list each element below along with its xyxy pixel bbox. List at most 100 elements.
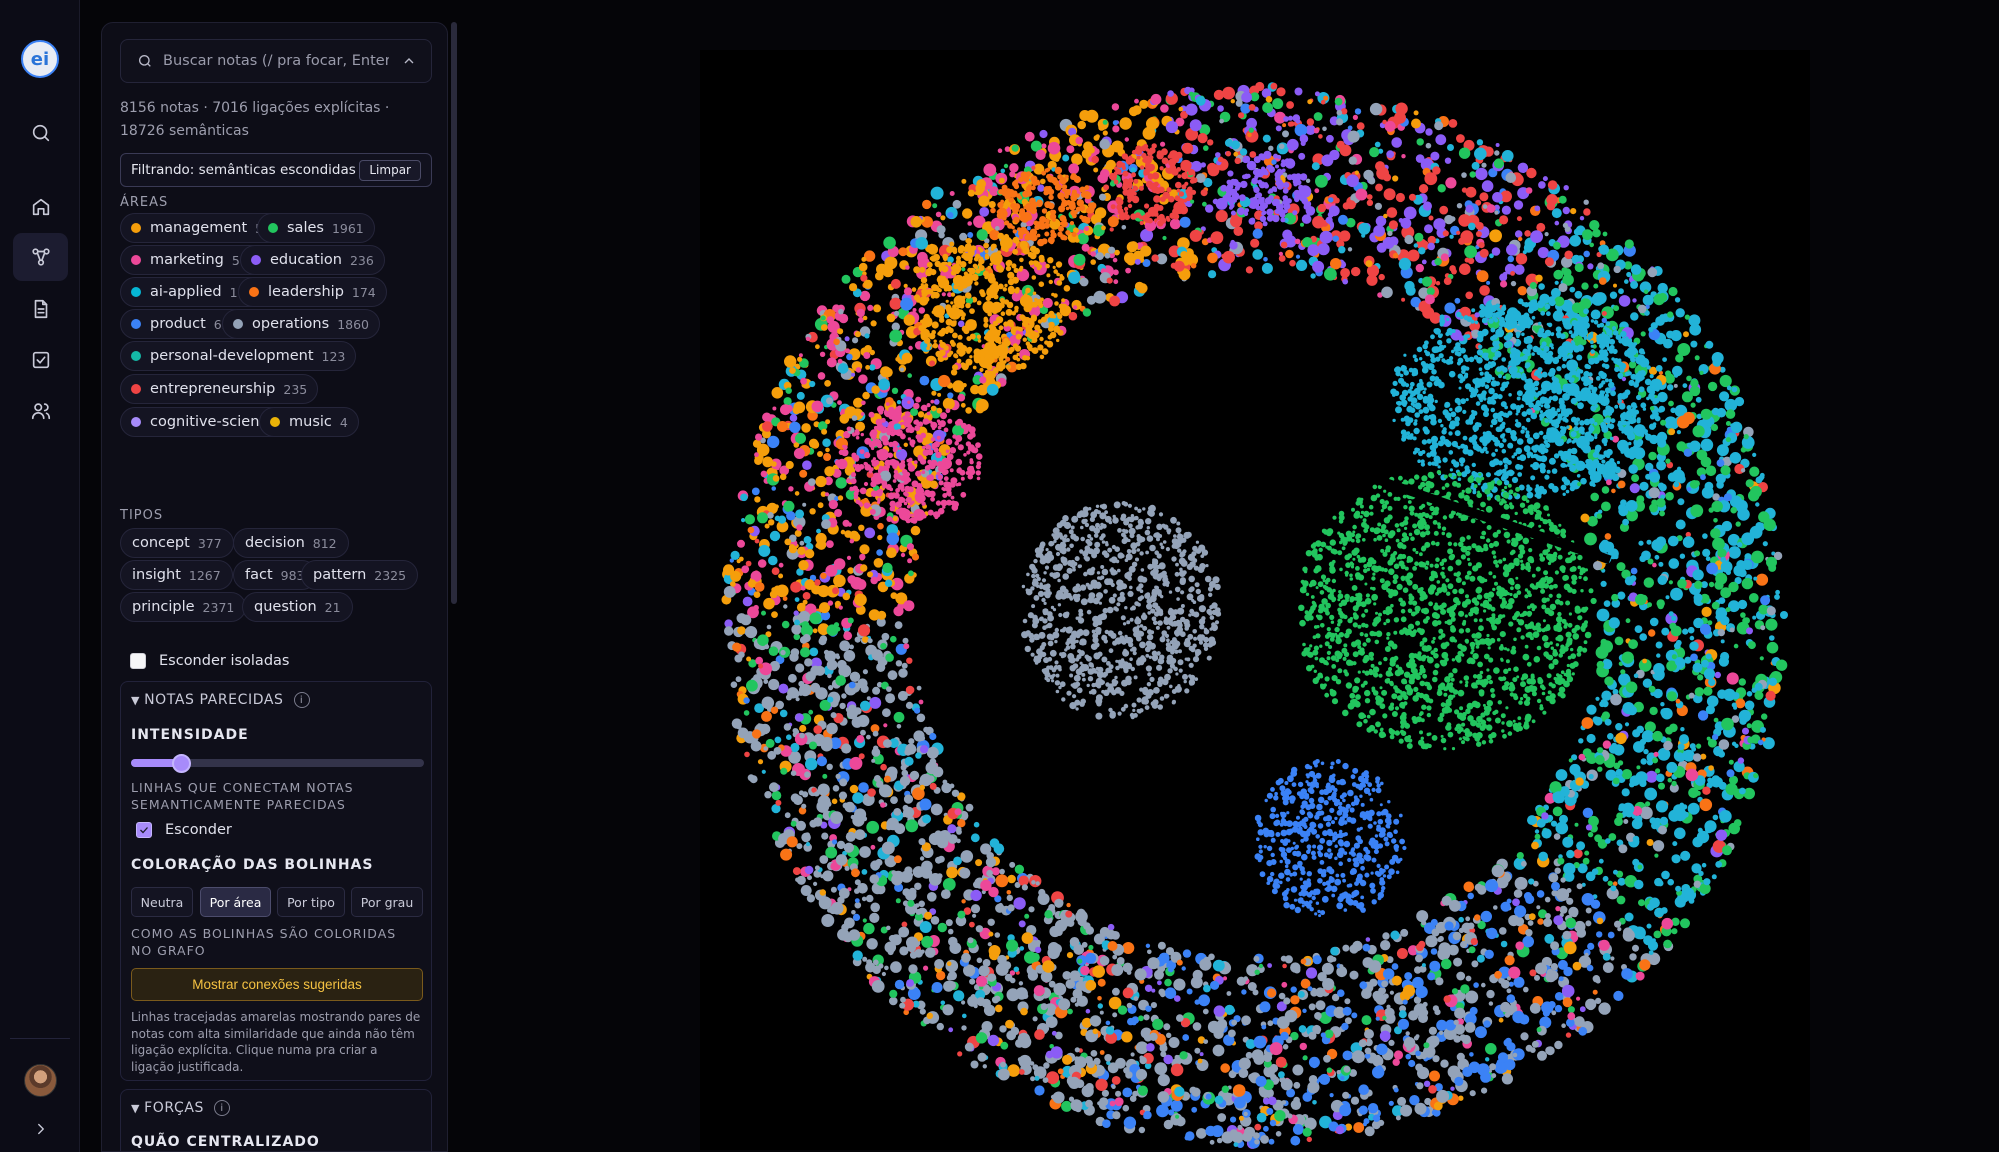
expand-sidebar-button[interactable] — [13, 1109, 68, 1149]
active-filter-label: Filtrando: semânticas escondidas — [131, 162, 356, 178]
hide-semantic-toggle[interactable]: Esconder — [136, 822, 232, 838]
coloring-option-area[interactable]: Por área — [200, 887, 271, 917]
search-icon — [32, 124, 49, 142]
users-icon — [31, 403, 50, 420]
area-chip-label: education — [270, 252, 342, 268]
hide-semantic-label: Esconder — [165, 822, 232, 838]
document-icon — [34, 299, 47, 319]
area-chip-education[interactable]: education 236 — [240, 245, 385, 275]
area-color-dot — [131, 417, 141, 427]
type-chip-count: 2325 — [374, 567, 407, 583]
area-chip-label: management — [150, 220, 248, 236]
area-chip-label: personal-development — [150, 348, 314, 364]
show-suggested-connections-button[interactable]: Mostrar conexões sugeridas — [131, 968, 423, 1001]
area-chip-entrepreneurship[interactable]: entrepreneurship 235 — [120, 374, 319, 404]
hide-isolated-checkbox[interactable] — [130, 653, 146, 669]
area-chip-music[interactable]: music 4 — [259, 407, 359, 437]
area-color-dot — [233, 319, 243, 329]
type-chip-insight[interactable]: insight 1267 — [120, 560, 233, 590]
nav-tasks-button[interactable] — [13, 336, 68, 384]
active-filter-banner: Filtrando: semânticas escondidas Limpar — [120, 153, 432, 187]
similar-notes-title: NOTAS PARECIDAS — [144, 692, 284, 708]
hide-semantic-checkbox[interactable] — [136, 822, 152, 838]
nav-notes-button[interactable] — [13, 285, 68, 333]
hide-isolated-toggle[interactable]: Esconder isoladas — [130, 653, 289, 669]
area-chip-count: 235 — [283, 381, 308, 397]
type-chip-decision[interactable]: decision 812 — [233, 528, 349, 558]
area-chip-count: 123 — [321, 348, 346, 364]
search-icon — [139, 55, 151, 67]
app-logo[interactable]: ei — [21, 40, 59, 78]
forces-header[interactable]: ▼ FORÇAS i — [131, 1100, 231, 1116]
type-chip-pattern[interactable]: pattern 2325 — [301, 560, 419, 590]
area-chip-label: ai-applied — [150, 284, 222, 300]
graph-stats: 8156 notas · 7016 ligações explícitas · … — [120, 100, 390, 139]
type-chip-label: decision — [245, 535, 305, 551]
info-icon[interactable]: i — [293, 692, 310, 708]
area-color-dot — [131, 319, 141, 329]
nav-people-button[interactable] — [13, 387, 68, 435]
centralized-label: QUÃO CENTRALIZADO — [131, 1134, 320, 1150]
info-icon[interactable]: i — [214, 1100, 231, 1116]
intensity-hint: LINHAS QUE CONECTAM NOTAS SEMANTICAMENTE… — [131, 780, 354, 812]
area-chip-label: leadership — [268, 284, 344, 300]
nav-home-button[interactable] — [13, 183, 68, 231]
area-color-dot — [131, 351, 141, 361]
area-color-dot — [131, 223, 141, 233]
area-color-dot — [131, 255, 141, 265]
rail-divider — [10, 1038, 70, 1039]
coloring-option-degree[interactable]: Por grau — [351, 887, 423, 917]
knowledge-graph-canvas[interactable] — [700, 50, 1810, 1150]
nav-search-button[interactable] — [13, 109, 68, 157]
type-chip-question[interactable]: question 21 — [242, 592, 353, 622]
area-chip-label: sales — [287, 220, 324, 236]
collapse-triangle-icon: ▼ — [131, 693, 141, 707]
coloring-option-neutral[interactable]: Neutra — [131, 887, 193, 917]
type-chip-label: pattern — [313, 567, 367, 583]
area-color-dot — [270, 417, 280, 427]
check-icon — [140, 827, 148, 834]
area-chip-count: 1860 — [337, 316, 369, 332]
type-chip-label: concept — [132, 535, 190, 551]
type-chip-label: question — [254, 599, 317, 615]
type-chip-label: insight — [132, 567, 181, 583]
area-chip-leadership[interactable]: leadership 174 — [238, 277, 387, 307]
intensity-slider[interactable] — [131, 754, 424, 773]
type-chip-count: 812 — [312, 535, 337, 551]
search-input[interactable] — [163, 53, 389, 69]
area-chip-sales[interactable]: sales 1961 — [257, 213, 375, 243]
forces-title: FORÇAS — [144, 1100, 205, 1116]
home-icon — [32, 198, 49, 216]
chevron-up-icon[interactable] — [401, 53, 417, 69]
logo-text: ei — [30, 48, 50, 70]
type-chip-concept[interactable]: concept 377 — [120, 528, 234, 558]
area-color-dot — [268, 223, 278, 233]
search-box[interactable] — [120, 39, 432, 83]
checklist-icon — [32, 351, 49, 369]
area-chip-count: 4 — [339, 414, 348, 430]
suggested-connections-description: Linhas tracejadas amarelas mostrando par… — [131, 1010, 421, 1074]
type-chip-label: fact — [245, 567, 273, 583]
collapse-triangle-icon: ▼ — [131, 1101, 141, 1115]
coloring-option-type[interactable]: Por tipo — [277, 887, 345, 917]
graph-icon — [31, 248, 50, 266]
panel-scrollbar[interactable] — [451, 22, 457, 604]
areas-label: ÁREAS — [120, 195, 169, 210]
avatar[interactable] — [24, 1064, 57, 1097]
chevron-right-icon — [37, 1123, 44, 1135]
coloring-label: COLORAÇÃO DAS BOLINHAS — [131, 857, 374, 873]
area-chip-label: operations — [252, 316, 330, 332]
nav-graph-button[interactable] — [13, 233, 68, 281]
area-chip-personal-development[interactable]: personal-development 123 — [120, 341, 357, 371]
similar-notes-section: ▼ NOTAS PARECIDAS i INTENSIDADE LINHAS Q… — [120, 681, 432, 1081]
type-chip-principle[interactable]: principle 2371 — [120, 592, 247, 622]
area-color-dot — [131, 384, 141, 394]
area-chip-count: 174 — [351, 284, 376, 300]
clear-filter-button[interactable]: Limpar — [359, 160, 421, 181]
similar-notes-header[interactable]: ▼ NOTAS PARECIDAS i — [131, 692, 310, 708]
graph-filter-panel: 8156 notas · 7016 ligações explícitas · … — [101, 22, 448, 1152]
area-chip-label: marketing — [150, 252, 224, 268]
type-chip-count: 377 — [197, 535, 222, 551]
area-chip-operations[interactable]: operations 1860 — [222, 309, 380, 339]
intensity-slider-thumb[interactable] — [171, 754, 191, 773]
